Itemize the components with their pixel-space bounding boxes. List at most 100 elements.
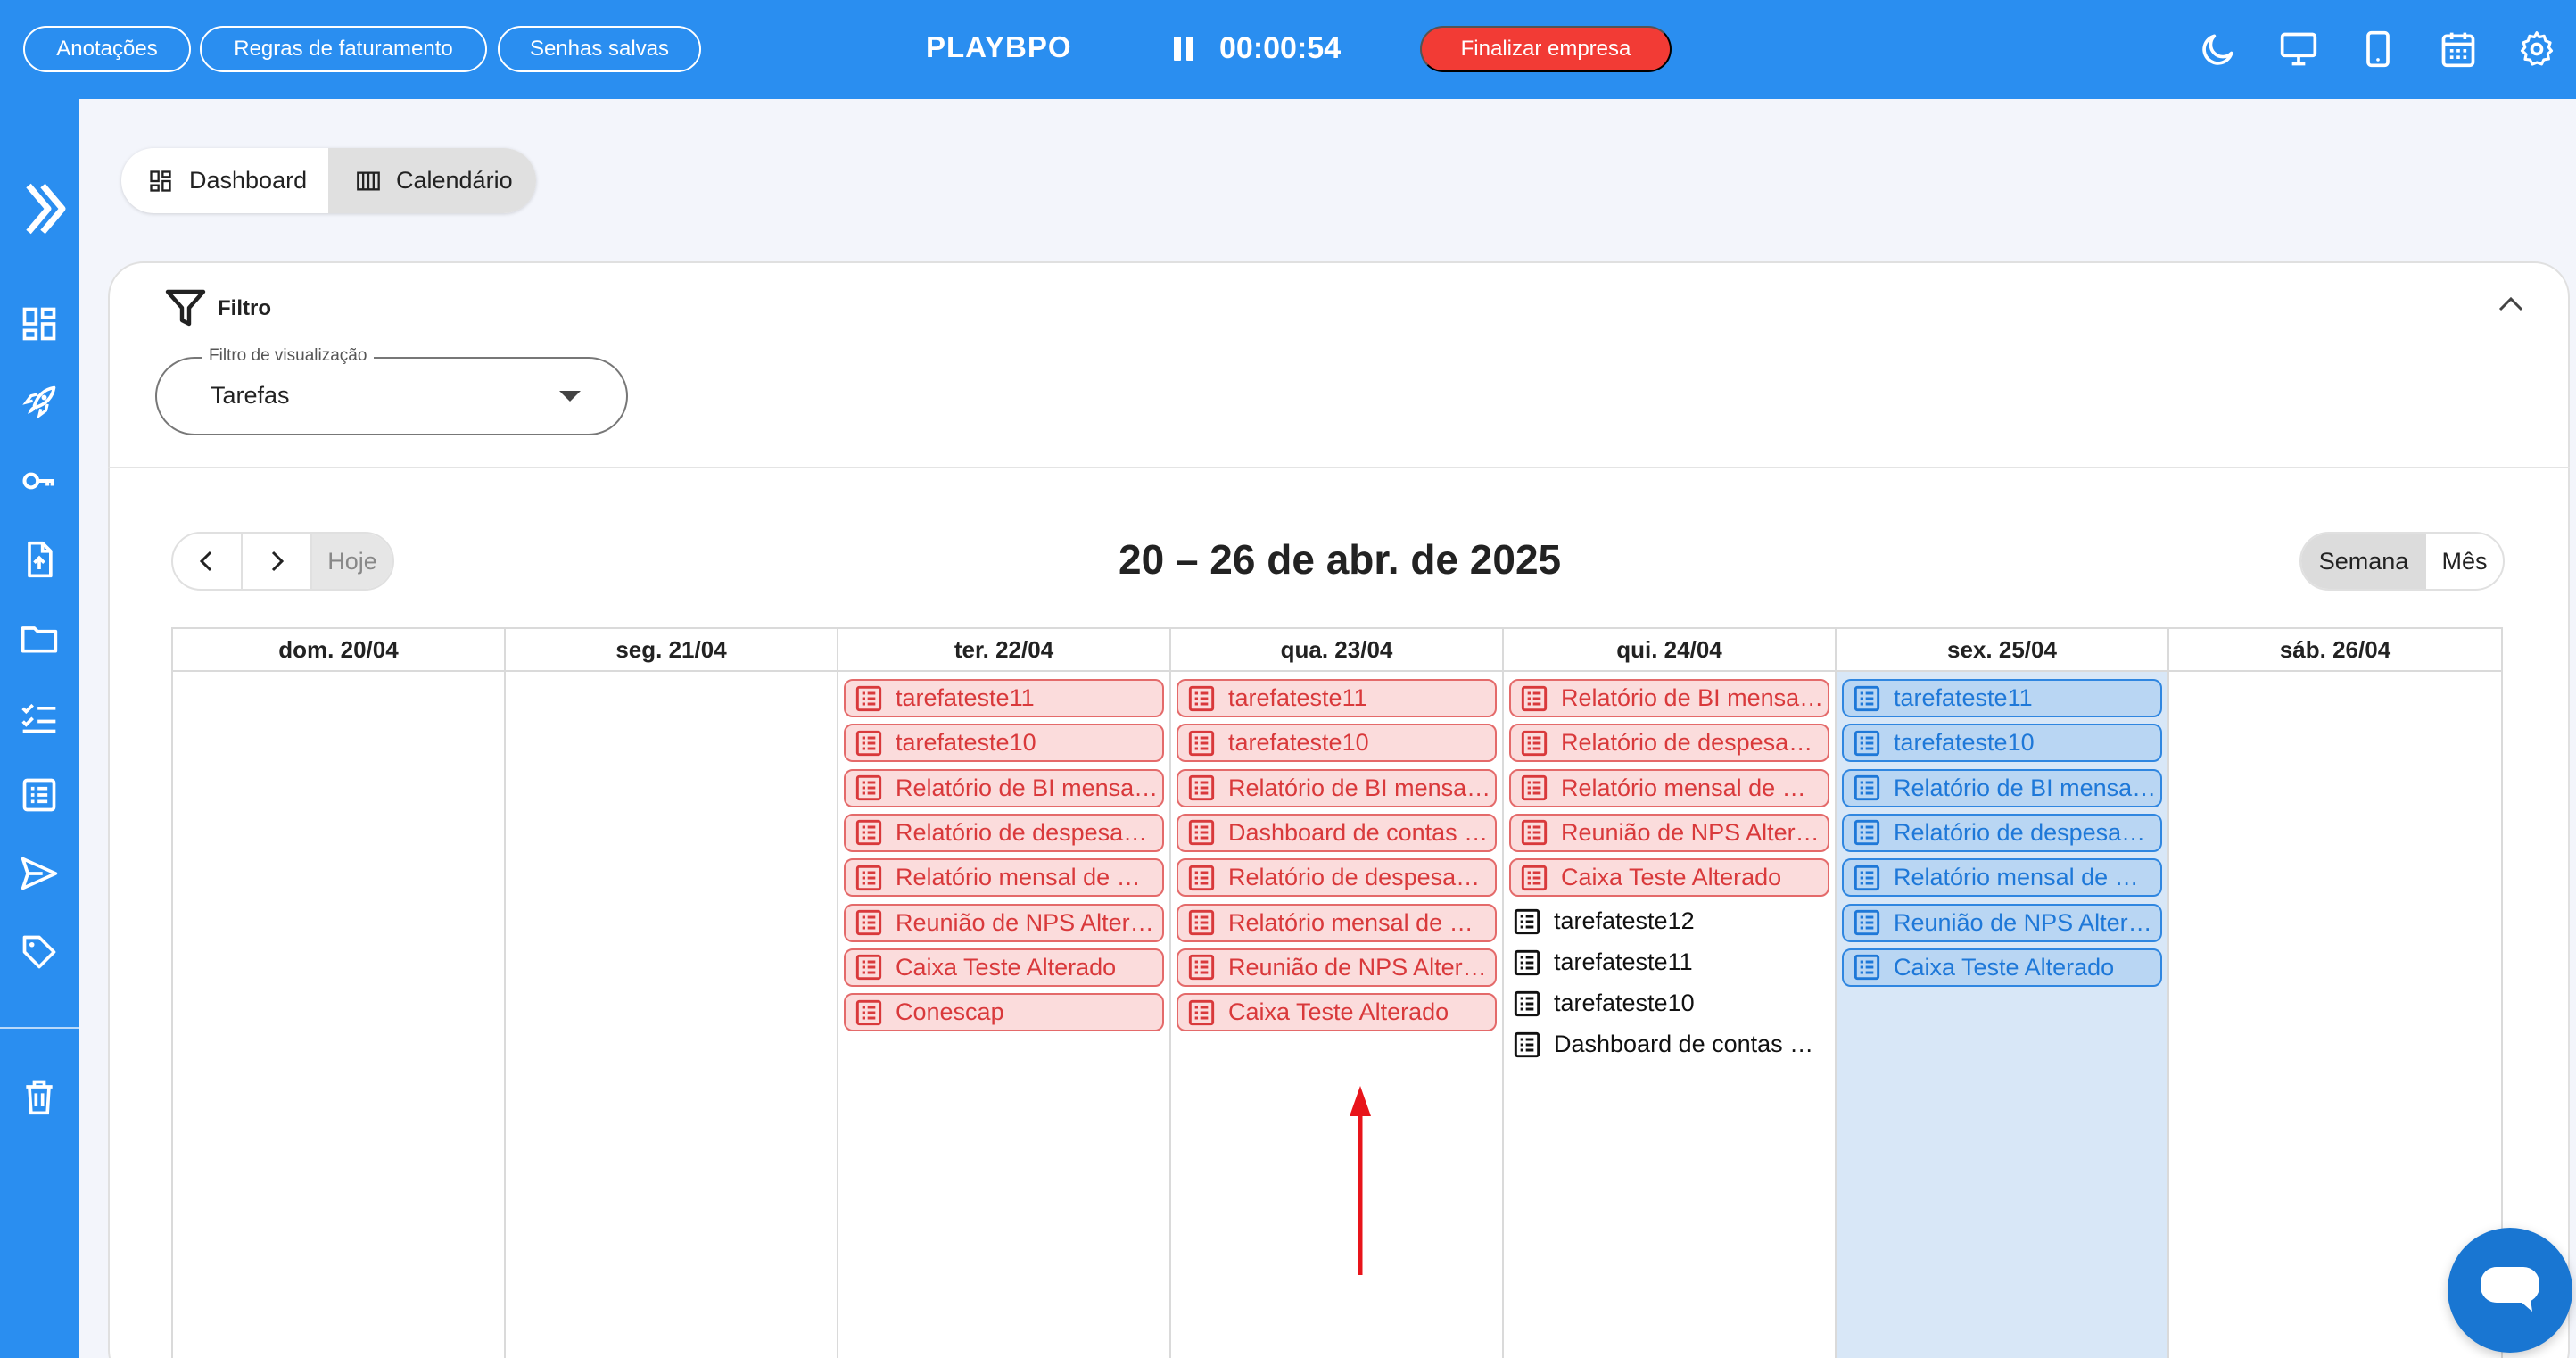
task-list-icon	[855, 684, 883, 713]
calendar-event[interactable]: Relatório de despesa…	[1177, 858, 1497, 898]
day-header: sáb. 26/04	[2169, 629, 2501, 672]
calendar-event[interactable]: Conescap	[844, 993, 1164, 1032]
next-week-button[interactable]	[243, 534, 312, 589]
view-filter-value: Tarefas	[211, 382, 290, 409]
event-title: tarefateste10	[1554, 990, 1695, 1016]
chat-button[interactable]	[2448, 1228, 2572, 1353]
tab-dashboard-label: Dashboard	[189, 167, 308, 194]
dashboard-icon[interactable]	[20, 304, 59, 344]
day-column[interactable]: dom. 20/04	[173, 629, 506, 1358]
calendar-event[interactable]: Relatório de BI mensa…	[1177, 768, 1497, 807]
pause-icon[interactable]	[1174, 37, 1193, 61]
day-header: dom. 20/04	[173, 629, 504, 672]
task-list-icon	[1187, 864, 1216, 892]
week-view-button[interactable]: Semana	[2301, 534, 2426, 589]
calendar-view-switch: Semana Mês	[2299, 532, 2505, 591]
view-toggle: Dashboard Calendário	[121, 148, 536, 213]
chevron-up-icon[interactable]	[2498, 294, 2524, 312]
event-title: tarefateste11	[1554, 948, 1693, 975]
rocket-icon[interactable]	[20, 383, 59, 422]
checklist-icon[interactable]	[20, 697, 59, 736]
event-title: Dashboard de contas …	[1554, 1031, 1814, 1057]
send-icon[interactable]	[20, 854, 59, 893]
calendar-event[interactable]: tarefateste11	[1509, 945, 1829, 981]
calendar-event[interactable]: Relatório de despesa…	[1509, 724, 1829, 763]
calendar-event[interactable]: Reunião de NPS Alter…	[1509, 813, 1829, 852]
month-view-button[interactable]: Mês	[2426, 534, 2503, 589]
monitor-icon[interactable]	[2279, 29, 2318, 69]
calendar-event[interactable]: Caixa Teste Alterado	[1509, 858, 1829, 898]
finalize-company-button[interactable]: Finalizar empresa	[1420, 26, 1672, 72]
saved-passwords-button[interactable]: Senhas salvas	[498, 26, 701, 72]
calendar-event[interactable]: Relatório mensal de …	[844, 858, 1164, 898]
event-title: Relatório mensal de …	[896, 864, 1141, 891]
top-bar: Anotações Regras de faturamento Senhas s…	[0, 0, 2576, 99]
tab-calendar[interactable]: Calendário	[328, 148, 536, 213]
task-list-icon	[1520, 864, 1548, 892]
file-upload-icon[interactable]	[20, 540, 59, 579]
day-column[interactable]: sex. 25/04 tarefateste11 tarefateste10 Rela…	[1837, 629, 2169, 1358]
event-title: tarefateste12	[1554, 907, 1695, 934]
filter-icon	[165, 289, 206, 327]
task-list-icon	[1853, 864, 1881, 892]
calendar-event[interactable]: tarefateste11	[844, 679, 1164, 717]
tab-dashboard[interactable]: Dashboard	[121, 148, 328, 213]
calendar-event[interactable]: tarefateste12	[1509, 904, 1829, 940]
today-button[interactable]: Hoje	[312, 534, 392, 589]
calendar-event[interactable]: tarefateste10	[1177, 724, 1497, 763]
day-column[interactable]: qua. 23/04 tarefateste11 tarefateste10 Rela…	[1171, 629, 1504, 1358]
day-column[interactable]: qui. 24/04 Relatório de BI mensa… Relatóri…	[1504, 629, 1837, 1358]
event-title: Relatório de BI mensa…	[1894, 774, 2157, 801]
event-title: Relatório de BI mensa…	[896, 774, 1159, 801]
calendar-event[interactable]: Relatório de BI mensa…	[1509, 679, 1829, 717]
event-title: tarefateste11	[1894, 684, 2033, 711]
phone-icon[interactable]	[2358, 29, 2398, 69]
calendar-event[interactable]: Relatório de BI mensa…	[1842, 768, 2162, 807]
calendar-event[interactable]: Relatório de despesa…	[1842, 813, 2162, 852]
caret-down-icon[interactable]	[559, 391, 581, 402]
moon-icon[interactable]	[2199, 29, 2238, 69]
expand-chevron-icon[interactable]	[23, 179, 66, 238]
key-icon[interactable]	[20, 461, 59, 501]
folder-icon[interactable]	[20, 618, 59, 658]
calendar-event[interactable]: tarefateste10	[844, 724, 1164, 763]
task-list-icon	[1187, 774, 1216, 802]
calendar-event[interactable]: tarefateste10	[1509, 986, 1829, 1022]
annotation-arrow	[1350, 1086, 1371, 1275]
calendar-event[interactable]: tarefateste11	[1177, 679, 1497, 717]
calendar-event[interactable]: Dashboard de contas …	[1509, 1027, 1829, 1063]
calendar-event[interactable]: Caixa Teste Alterado	[1177, 993, 1497, 1032]
calendar-event[interactable]: Reunião de NPS Alter…	[1177, 948, 1497, 987]
chat-icon	[2481, 1267, 2539, 1312]
calendar-event[interactable]: tarefateste10	[1842, 724, 2162, 763]
gear-icon[interactable]	[2517, 29, 2556, 69]
task-list-icon	[855, 864, 883, 892]
calendar-event[interactable]: Dashboard de contas …	[1177, 813, 1497, 852]
event-title: Reunião de NPS Alter…	[1228, 953, 1487, 981]
calendar-event[interactable]: Relatório mensal de …	[1177, 903, 1497, 942]
day-column[interactable]: ter. 22/04 tarefateste11 tarefateste10 Rela…	[838, 629, 1171, 1358]
trash-icon[interactable]	[20, 1077, 59, 1116]
day-column[interactable]: sáb. 26/04	[2169, 629, 2501, 1358]
list-icon[interactable]	[20, 775, 59, 815]
calendar-icon[interactable]	[2439, 29, 2478, 69]
calendar-event[interactable]: tarefateste11	[1842, 679, 2162, 717]
calendar-event[interactable]: Caixa Teste Alterado	[1842, 948, 2162, 987]
prev-week-button[interactable]	[173, 534, 243, 589]
event-title: tarefateste11	[1228, 684, 1367, 711]
chevron-left-icon	[199, 551, 212, 572]
calendar-event[interactable]: Relatório mensal de …	[1842, 858, 2162, 898]
calendar-event[interactable]: Relatório mensal de …	[1509, 768, 1829, 807]
billing-rules-button[interactable]: Regras de faturamento	[200, 26, 487, 72]
tag-icon[interactable]	[20, 932, 59, 972]
day-column[interactable]: seg. 21/04	[506, 629, 838, 1358]
calendar-event[interactable]: Reunião de NPS Alter…	[1842, 903, 2162, 942]
event-title: Reunião de NPS Alter…	[1894, 908, 2152, 936]
calendar-event[interactable]: Relatório de despesa…	[844, 813, 1164, 852]
task-list-icon	[1187, 729, 1216, 758]
dashboard-icon	[150, 170, 171, 192]
calendar-event[interactable]: Caixa Teste Alterado	[844, 948, 1164, 987]
calendar-event[interactable]: Reunião de NPS Alter…	[844, 903, 1164, 942]
calendar-event[interactable]: Relatório de BI mensa…	[844, 768, 1164, 807]
notes-button[interactable]: Anotações	[23, 26, 191, 72]
